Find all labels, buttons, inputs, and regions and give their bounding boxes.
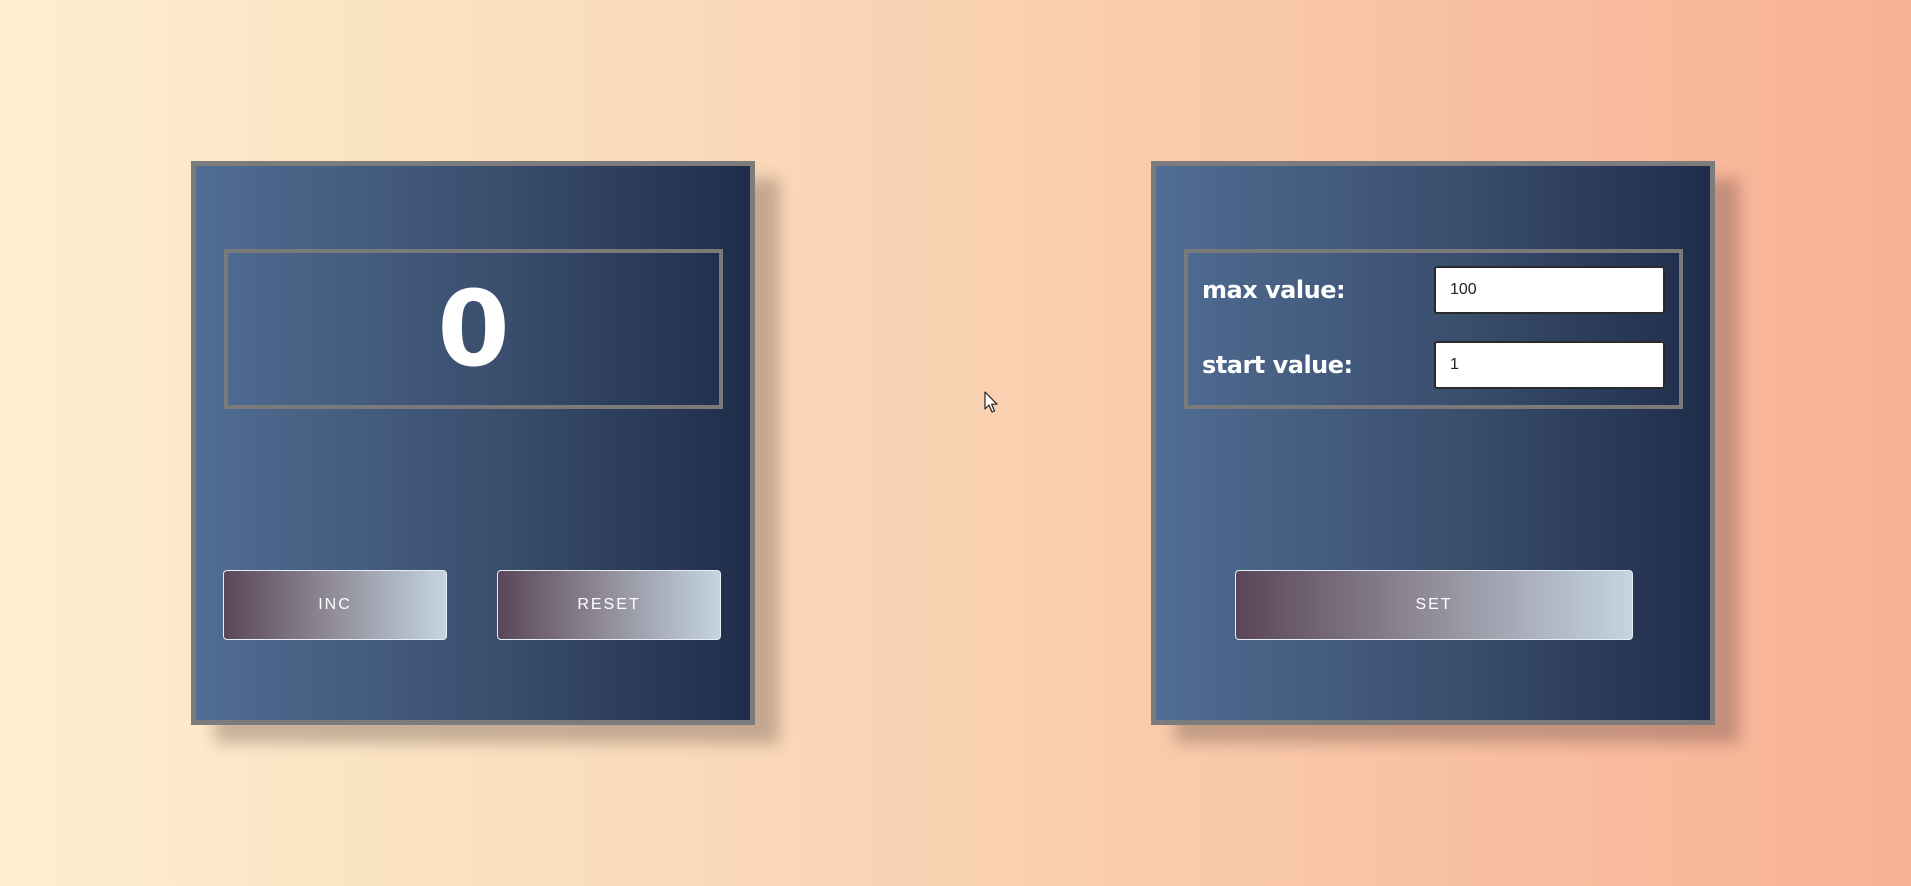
counter-value: 0 (437, 268, 510, 390)
settings-box: max value: start value: (1184, 249, 1683, 409)
max-value-input[interactable] (1434, 266, 1665, 314)
counter-panel: 0 INC RESET (191, 161, 755, 725)
max-value-row: max value: (1202, 265, 1665, 315)
mouse-pointer-icon (984, 391, 998, 413)
settings-panel: max value: start value: SET (1151, 161, 1715, 725)
max-value-label: max value: (1202, 276, 1346, 304)
reset-button[interactable]: RESET (497, 570, 721, 640)
start-value-label: start value: (1202, 351, 1353, 379)
counter-display: 0 (224, 249, 723, 409)
start-value-row: start value: (1202, 340, 1665, 390)
set-button[interactable]: SET (1235, 570, 1633, 640)
start-value-input[interactable] (1434, 341, 1665, 389)
inc-button[interactable]: INC (223, 570, 447, 640)
